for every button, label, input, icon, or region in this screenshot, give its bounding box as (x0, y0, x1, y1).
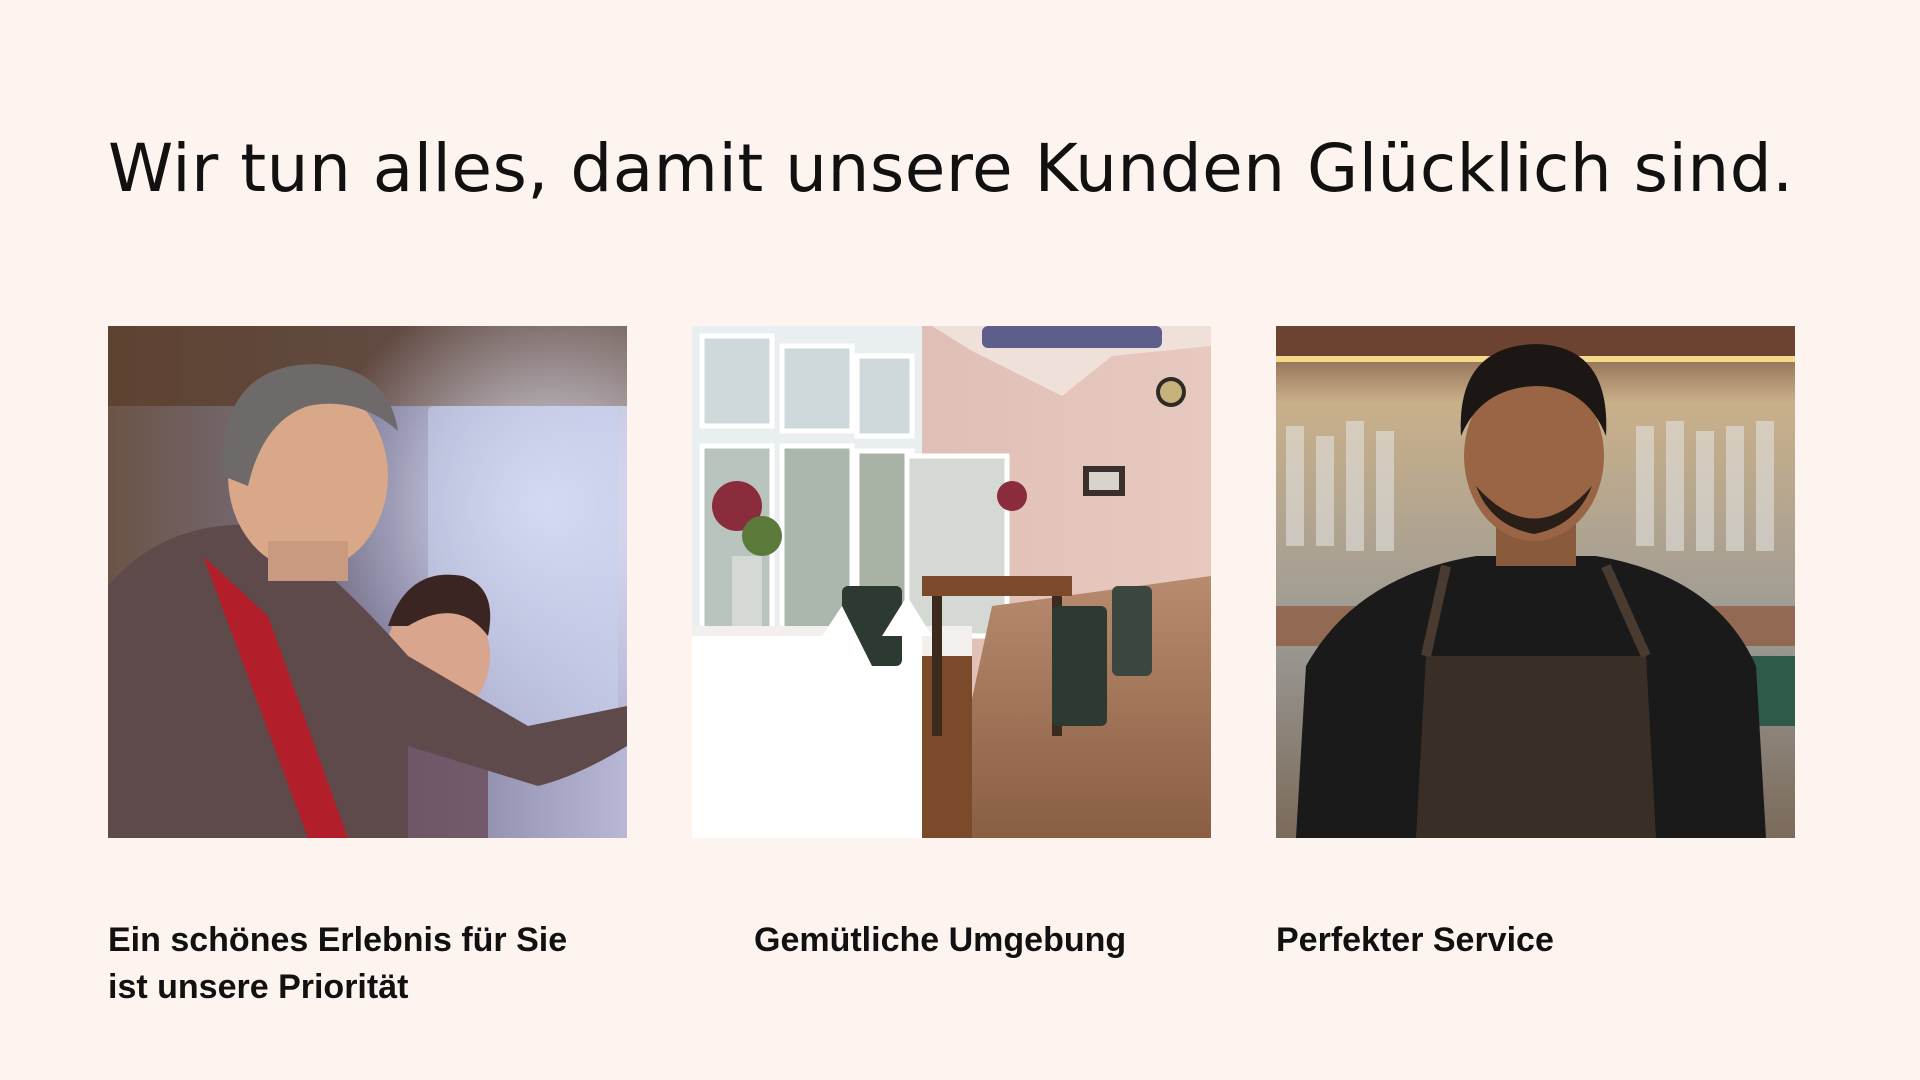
feature-caption-experience: Ein schönes Erlebnis für Sie ist unsere … (108, 921, 568, 1006)
feature-image-waiter (1276, 326, 1795, 838)
feature-image-interior (692, 326, 1211, 838)
page-headline: Wir tun alles, damit unsere Kunden Glück… (108, 130, 1794, 207)
feature-image-chef (108, 326, 627, 838)
waiter-portrait-photo (1276, 326, 1795, 838)
page: Wir tun alles, damit unsere Kunden Glück… (0, 0, 1920, 1080)
restaurant-interior-photo (692, 326, 1211, 838)
feature-caption-service: Perfekter Service (1276, 921, 1554, 959)
chef-cooking-photo (108, 326, 627, 838)
feature-caption-ambience: Gemütliche Umgebung (754, 921, 1127, 959)
